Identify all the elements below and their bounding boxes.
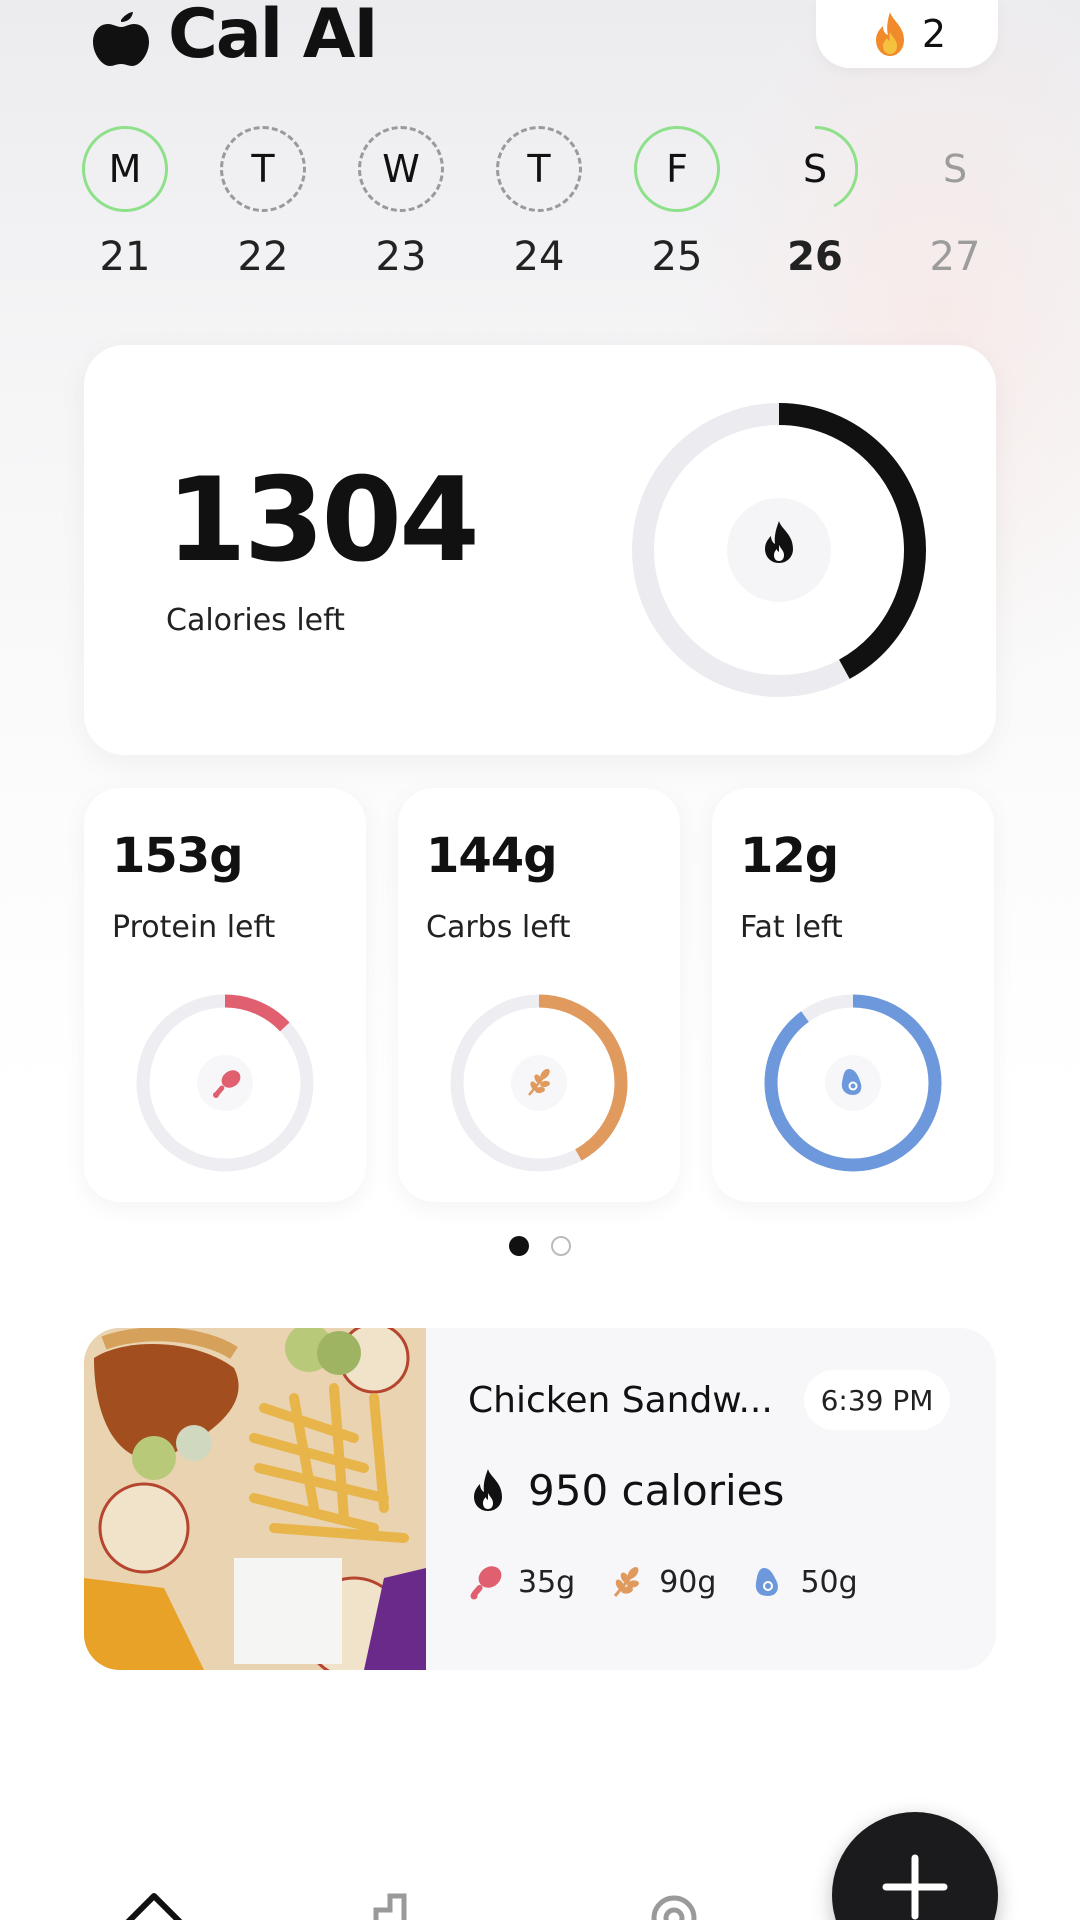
day-letter: M bbox=[108, 147, 142, 191]
day-date: 23 bbox=[375, 234, 427, 280]
day-ring: S bbox=[772, 126, 858, 212]
macro-card-fat[interactable]: 12g Fat left bbox=[712, 788, 994, 1202]
day-date: 25 bbox=[651, 234, 703, 280]
day-ring: T bbox=[496, 126, 582, 212]
macro-label: Protein left bbox=[112, 910, 276, 945]
app-header: Cal AI bbox=[88, 0, 379, 74]
calories-left-value: 1304 bbox=[166, 453, 480, 588]
wheat-icon bbox=[614, 1567, 640, 1597]
macro-label: Fat left bbox=[740, 910, 843, 945]
day-m-21[interactable]: M 21 bbox=[80, 126, 170, 280]
day-date: 22 bbox=[237, 234, 289, 280]
day-ring: F bbox=[634, 126, 720, 212]
settings-icon[interactable] bbox=[642, 1888, 706, 1920]
day-date: 26 bbox=[787, 234, 843, 280]
day-letter: T bbox=[527, 147, 551, 191]
progress-icon[interactable] bbox=[368, 1888, 432, 1920]
day-letter: S bbox=[802, 147, 828, 191]
day-t-22[interactable]: T 22 bbox=[218, 126, 308, 280]
macro-card-carbs[interactable]: 144g Carbs left bbox=[398, 788, 680, 1202]
day-date: 21 bbox=[99, 234, 151, 280]
flame-icon bbox=[474, 1468, 502, 1511]
pager-dots[interactable] bbox=[0, 1236, 1080, 1256]
food-fat: 50g bbox=[800, 1564, 858, 1600]
food-photo bbox=[84, 1328, 426, 1670]
day-s-27[interactable]: S 27 bbox=[910, 126, 1000, 280]
food-protein: 35g bbox=[518, 1564, 576, 1600]
food-name: Chicken Sandw... bbox=[468, 1380, 773, 1421]
plus-icon bbox=[882, 1854, 948, 1920]
flame-icon bbox=[875, 12, 904, 56]
day-letter: T bbox=[251, 147, 275, 191]
week-selector: M 21 T 22 W 23 T 24 F 25 S 26 S 27 bbox=[0, 126, 1080, 286]
avocado-icon bbox=[756, 1568, 779, 1596]
home-icon[interactable] bbox=[122, 1888, 186, 1920]
streak-count: 2 bbox=[921, 12, 947, 56]
macro-card-protein[interactable]: 153g Protein left bbox=[84, 788, 366, 1202]
day-w-23[interactable]: W 23 bbox=[356, 126, 446, 280]
day-ring: W bbox=[358, 126, 444, 212]
apple-icon bbox=[93, 12, 149, 66]
day-letter: F bbox=[666, 147, 688, 191]
food-carbs: 90g bbox=[659, 1564, 717, 1600]
drumstick-icon bbox=[470, 1566, 502, 1600]
day-f-25[interactable]: F 25 bbox=[632, 126, 722, 280]
macro-label: Carbs left bbox=[426, 910, 571, 945]
day-t-24[interactable]: T 24 bbox=[494, 126, 584, 280]
calories-progress-ring bbox=[632, 403, 926, 697]
macro-value: 153g bbox=[112, 828, 244, 884]
day-date: 24 bbox=[513, 234, 565, 280]
macro-progress-ring bbox=[764, 994, 942, 1172]
day-ring: M bbox=[82, 126, 168, 212]
macro-value: 144g bbox=[426, 828, 558, 884]
macro-value: 12g bbox=[740, 828, 839, 884]
calories-left-label: Calories left bbox=[166, 603, 345, 638]
day-ring: S bbox=[912, 126, 998, 212]
day-s-26[interactable]: S 26 bbox=[770, 126, 860, 280]
food-entry-card[interactable]: Chicken Sandw... 6:39 PM 950 calories 35… bbox=[84, 1328, 996, 1670]
add-food-button[interactable] bbox=[832, 1812, 998, 1920]
streak-badge[interactable]: 2 bbox=[816, 0, 998, 68]
day-date: 27 bbox=[929, 234, 981, 280]
day-ring: T bbox=[220, 126, 306, 212]
app-title: Cal AI bbox=[168, 0, 379, 74]
day-letter: S bbox=[942, 147, 968, 191]
macro-progress-ring bbox=[450, 994, 628, 1172]
food-calories: 950 calories bbox=[468, 1466, 784, 1515]
food-time-badge: 6:39 PM bbox=[804, 1370, 950, 1430]
calories-card[interactable]: 1304 Calories left bbox=[84, 345, 996, 755]
pager-dot[interactable] bbox=[551, 1236, 571, 1256]
day-letter: W bbox=[382, 147, 420, 191]
pager-dot[interactable] bbox=[509, 1236, 529, 1256]
food-calories-value: 950 calories bbox=[528, 1466, 785, 1515]
macro-progress-ring bbox=[136, 994, 314, 1172]
food-macros: 35g 90g 50g bbox=[468, 1564, 892, 1600]
